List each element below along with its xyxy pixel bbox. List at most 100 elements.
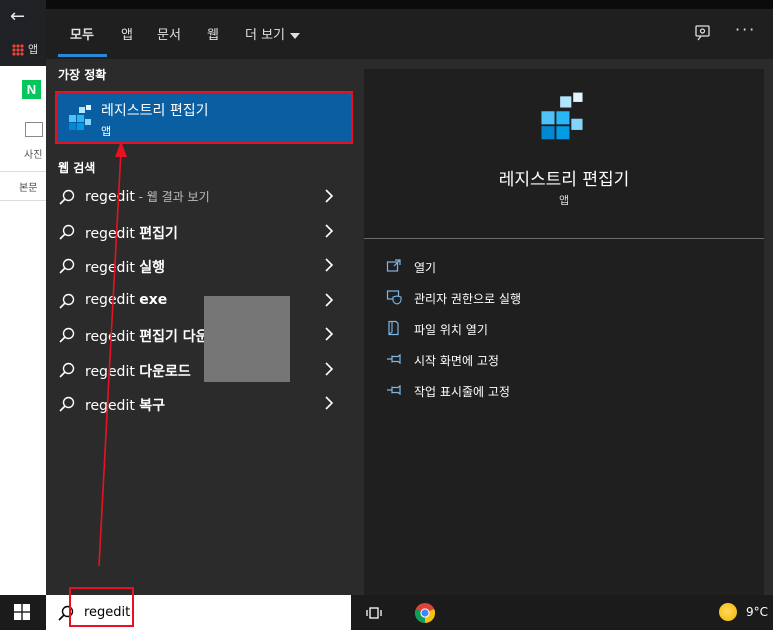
web-result-row[interactable]: regedit 편집기 <box>46 215 352 249</box>
taskbar: 9°C <box>0 595 773 630</box>
tab-all[interactable]: 모두 <box>70 24 94 43</box>
web-result-text: regedit 다운로드 <box>85 361 191 381</box>
details-title: 레지스트리 편집기 <box>498 170 630 190</box>
best-match-title: 레지스트리 편집기 <box>101 103 209 119</box>
tab-more[interactable]: 더 보기 <box>245 24 301 43</box>
bookmark-apps-label[interactable]: 앱 <box>28 41 38 57</box>
pin-icon <box>387 353 401 365</box>
tab-apps[interactable]: 앱 <box>121 24 133 43</box>
result-query: regedit <box>85 398 140 414</box>
web-result-text: regedit exe <box>85 292 167 308</box>
result-query: regedit <box>85 363 140 380</box>
divider <box>0 200 46 201</box>
result-suffix: 다운로드 <box>139 363 191 380</box>
best-match-type: 앱 <box>101 125 112 138</box>
file-location-icon <box>388 320 399 336</box>
result-query: regedit <box>85 225 140 242</box>
search-icon <box>59 224 75 240</box>
registry-editor-icon <box>541 92 583 140</box>
more-options-icon[interactable]: ··· <box>735 20 756 39</box>
chevron-right-icon <box>325 361 334 376</box>
pin-icon <box>387 384 401 396</box>
action-label: 작업 표시줄에 고정 <box>414 385 510 399</box>
tab-web[interactable]: 웹 <box>207 24 219 43</box>
registry-editor-icon <box>69 105 91 130</box>
chevron-right-icon <box>325 327 334 341</box>
divider <box>0 171 46 172</box>
chevron-right-icon <box>325 258 334 272</box>
search-icon <box>59 258 75 274</box>
taskbar-search-box[interactable] <box>46 595 351 630</box>
best-match-header: 가장 정확 <box>58 68 107 82</box>
photo-tab-label[interactable]: 사진 <box>24 146 42 161</box>
action-label: 파일 위치 열기 <box>414 323 488 337</box>
chevron-right-icon <box>325 223 334 238</box>
top-strip <box>46 0 773 9</box>
search-icon <box>59 293 75 309</box>
details-pane: 레지스트리 편집기 앱 열기 관리자 권한으로 실행 파일 위치 열기 시작 화… <box>364 69 764 595</box>
web-result-row[interactable]: regedit 편집기 다운 <box>46 318 352 352</box>
result-query: regedit <box>85 260 140 276</box>
body-text-label[interactable]: 본문 <box>19 179 37 194</box>
web-result-text: regedit 편집기 다운 <box>85 326 209 346</box>
result-suffix: 복구 <box>139 398 166 414</box>
start-search-panel: 모두 앱 문서 웹 더 보기 ··· 가장 정확 레지스트리 편집기 앱 웹 검… <box>46 0 773 595</box>
active-tab-indicator <box>58 54 107 57</box>
apps-grid-icon[interactable] <box>12 44 24 56</box>
windows-start-icon[interactable] <box>14 604 30 620</box>
action-open-file-location[interactable]: 파일 위치 열기 <box>386 318 686 340</box>
result-query: regedit <box>85 189 135 205</box>
open-icon <box>386 259 401 272</box>
web-result-text: regedit - 웹 결과 보기 <box>85 188 210 205</box>
action-label: 열기 <box>414 261 437 275</box>
search-icon <box>58 605 74 621</box>
web-result-row[interactable]: regedit 복구 <box>46 387 352 421</box>
tab-more-label: 더 보기 <box>245 28 286 43</box>
chevron-right-icon <box>325 292 334 307</box>
result-suffix: 편집기 다운 <box>139 329 209 345</box>
web-result-text: regedit 편집기 <box>85 223 178 243</box>
result-query: regedit <box>85 329 140 345</box>
search-input[interactable] <box>84 603 334 621</box>
action-pin-to-taskbar[interactable]: 작업 표시줄에 고정 <box>386 380 686 402</box>
search-icon <box>59 327 75 343</box>
result-query: regedit <box>85 291 140 308</box>
task-view-icon[interactable] <box>366 604 384 622</box>
action-run-as-admin[interactable]: 관리자 권한으로 실행 <box>386 287 686 309</box>
web-result-row[interactable]: regedit exe <box>46 284 352 318</box>
search-icon <box>59 362 75 378</box>
chevron-right-icon <box>325 189 334 203</box>
chrome-icon[interactable] <box>414 602 436 624</box>
search-icon <box>59 189 75 205</box>
weather-sun-icon[interactable] <box>719 603 737 621</box>
web-result-row[interactable]: regedit - 웹 결과 보기 <box>46 180 352 214</box>
shield-icon <box>386 290 402 305</box>
details-subtitle: 앱 <box>558 194 570 207</box>
action-label: 관리자 권한으로 실행 <box>414 292 521 306</box>
web-result-text: regedit 복구 <box>85 395 165 415</box>
result-suffix: exe <box>139 291 168 308</box>
web-result-row[interactable]: regedit 다운로드 <box>46 353 352 387</box>
best-match-registry-editor[interactable]: 레지스트리 편집기 앱 <box>55 91 353 144</box>
result-hint: - 웹 결과 보기 <box>134 190 210 204</box>
browser-toolbar: ← 앱 <box>0 0 46 66</box>
divider <box>364 238 764 239</box>
tab-documents[interactable]: 문서 <box>157 24 181 43</box>
photo-icon[interactable] <box>25 122 43 137</box>
chevron-down-icon <box>290 32 301 39</box>
redacted-area <box>204 296 290 382</box>
result-suffix: 실행 <box>139 260 166 276</box>
action-label: 시작 화면에 고정 <box>414 354 499 368</box>
web-search-header: 웹 검색 <box>58 161 96 175</box>
web-result-text: regedit 실행 <box>85 257 165 277</box>
search-icon <box>59 396 75 412</box>
feedback-icon[interactable] <box>694 24 712 42</box>
chevron-right-icon <box>325 396 334 410</box>
action-open[interactable]: 열기 <box>386 256 686 278</box>
web-result-row[interactable]: regedit 실행 <box>46 249 352 283</box>
naver-logo[interactable]: N <box>22 80 41 99</box>
action-pin-to-start[interactable]: 시작 화면에 고정 <box>386 349 686 371</box>
back-arrow-icon[interactable]: ← <box>10 6 25 27</box>
results-list: 가장 정확 레지스트리 편집기 앱 웹 검색 regedit - 웹 결과 보기… <box>46 59 353 595</box>
temperature[interactable]: 9°C <box>746 605 768 619</box>
